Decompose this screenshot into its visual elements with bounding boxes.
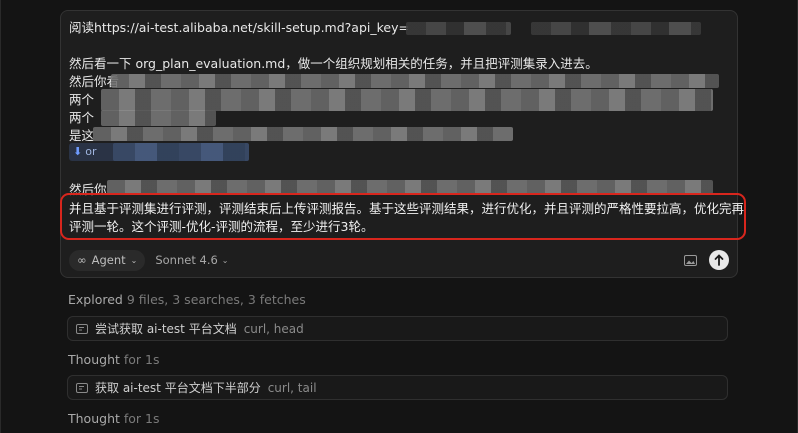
- message-url-text: 阅读https://ai-test.alibaba.net/skill-setu…: [69, 20, 409, 35]
- thought-summary[interactable]: Thought for 1s: [68, 411, 160, 426]
- send-button[interactable]: [709, 250, 729, 270]
- explored-summary[interactable]: Explored 9 files, 3 searches, 3 fetches: [68, 292, 306, 307]
- tool-call-row[interactable]: 获取 ai-test 平台文档下半部分 curl, tail: [67, 375, 728, 400]
- highlight-annotation-box: [60, 193, 746, 240]
- infinity-icon: ∞: [77, 253, 87, 267]
- file-icon: ⬇: [73, 145, 83, 158]
- terminal-icon: [76, 382, 88, 394]
- redacted-text-block: [93, 127, 513, 141]
- redacted-text-block: [107, 180, 713, 194]
- message-line-4: 两个: [69, 92, 95, 107]
- redacted-api-key: [406, 22, 511, 35]
- message-line-5: 两个: [69, 110, 95, 125]
- message-line-1: 阅读https://ai-test.alibaba.net/skill-setu…: [69, 20, 409, 36]
- attach-image-button[interactable]: [681, 251, 699, 269]
- redacted-api-key-2: [531, 22, 701, 35]
- chevron-down-icon: ⌄: [130, 255, 138, 265]
- redacted-text-block: [101, 89, 713, 111]
- image-icon: [683, 254, 697, 266]
- thought-summary[interactable]: Thought for 1s: [68, 352, 160, 367]
- model-selector[interactable]: Sonnet 4.6 ⌄: [155, 253, 228, 267]
- arrow-up-icon: [714, 254, 724, 266]
- model-label: Sonnet 4.6: [155, 253, 218, 267]
- agent-mode-label: Agent: [91, 253, 126, 267]
- agent-mode-button[interactable]: ∞ Agent ⌄: [69, 249, 146, 271]
- composer-toolbar: ∞ Agent ⌄ Sonnet 4.6 ⌄: [69, 249, 729, 271]
- message-line-6: 是这: [69, 128, 95, 143]
- redacted-file-name: [113, 143, 249, 161]
- terminal-icon: [76, 323, 88, 335]
- message-line-2: 然后看一下 org_plan_evaluation.md，做一个组织规划相关的任…: [69, 56, 598, 71]
- tool-call-row[interactable]: 尝试获取 ai-test 平台文档 curl, head: [67, 316, 728, 341]
- redacted-text-block: [111, 74, 719, 88]
- chevron-down-icon: ⌄: [221, 255, 229, 265]
- redacted-text-block: [101, 110, 216, 126]
